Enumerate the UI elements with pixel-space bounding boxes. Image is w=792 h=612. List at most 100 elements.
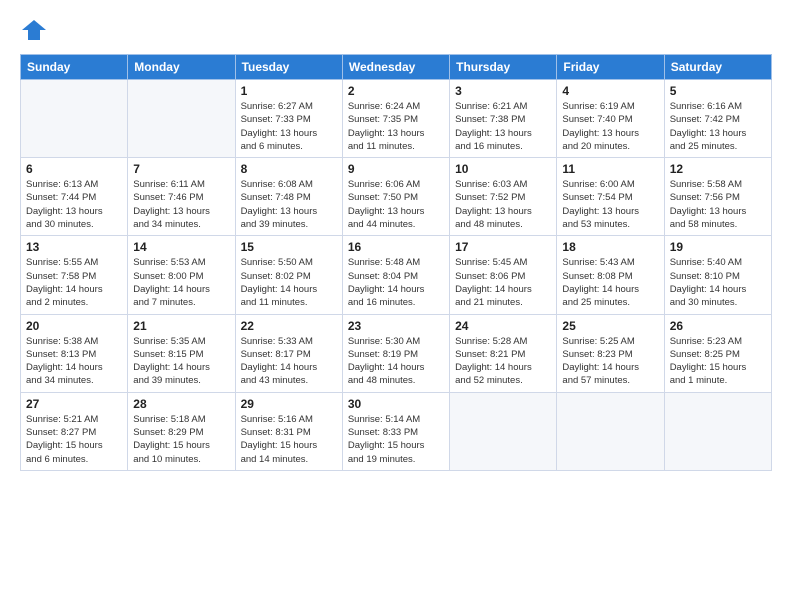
calendar-cell (664, 392, 771, 470)
calendar-cell: 19 Sunrise: 5:40 AMSunset: 8:10 PMDayligh… (664, 236, 771, 314)
day-number: 12 (670, 162, 766, 176)
day-number: 14 (133, 240, 229, 254)
day-number: 1 (241, 84, 337, 98)
day-info: Sunrise: 5:55 AMSunset: 7:58 PMDaylight:… (26, 256, 122, 309)
page: SundayMondayTuesdayWednesdayThursdayFrid… (0, 0, 792, 612)
day-info: Sunrise: 6:16 AMSunset: 7:42 PMDaylight:… (670, 100, 766, 153)
day-number: 26 (670, 319, 766, 333)
day-info: Sunrise: 5:50 AMSunset: 8:02 PMDaylight:… (241, 256, 337, 309)
weekday-header-monday: Monday (128, 55, 235, 80)
day-number: 20 (26, 319, 122, 333)
calendar-cell: 30 Sunrise: 5:14 AMSunset: 8:33 PMDayligh… (342, 392, 449, 470)
calendar: SundayMondayTuesdayWednesdayThursdayFrid… (20, 54, 772, 471)
calendar-cell: 5 Sunrise: 6:16 AMSunset: 7:42 PMDaylight… (664, 80, 771, 158)
day-info: Sunrise: 6:08 AMSunset: 7:48 PMDaylight:… (241, 178, 337, 231)
calendar-cell: 18 Sunrise: 5:43 AMSunset: 8:08 PMDayligh… (557, 236, 664, 314)
day-number: 24 (455, 319, 551, 333)
calendar-cell: 29 Sunrise: 5:16 AMSunset: 8:31 PMDayligh… (235, 392, 342, 470)
calendar-cell: 14 Sunrise: 5:53 AMSunset: 8:00 PMDayligh… (128, 236, 235, 314)
calendar-cell: 20 Sunrise: 5:38 AMSunset: 8:13 PMDayligh… (21, 314, 128, 392)
day-info: Sunrise: 5:25 AMSunset: 8:23 PMDaylight:… (562, 335, 658, 388)
calendar-cell (21, 80, 128, 158)
calendar-cell: 21 Sunrise: 5:35 AMSunset: 8:15 PMDayligh… (128, 314, 235, 392)
day-number: 4 (562, 84, 658, 98)
day-info: Sunrise: 5:14 AMSunset: 8:33 PMDaylight:… (348, 413, 444, 466)
day-number: 3 (455, 84, 551, 98)
week-row-3: 20 Sunrise: 5:38 AMSunset: 8:13 PMDayligh… (21, 314, 772, 392)
weekday-header-sunday: Sunday (21, 55, 128, 80)
day-info: Sunrise: 6:21 AMSunset: 7:38 PMDaylight:… (455, 100, 551, 153)
calendar-cell: 15 Sunrise: 5:50 AMSunset: 8:02 PMDayligh… (235, 236, 342, 314)
day-number: 18 (562, 240, 658, 254)
calendar-cell: 1Sunrise: 6:27 AMSunset: 7:33 PMDaylight… (235, 80, 342, 158)
weekday-header-thursday: Thursday (450, 55, 557, 80)
day-info: Sunrise: 6:00 AMSunset: 7:54 PMDaylight:… (562, 178, 658, 231)
day-info: Sunrise: 6:13 AMSunset: 7:44 PMDaylight:… (26, 178, 122, 231)
day-number: 28 (133, 397, 229, 411)
calendar-cell: 6 Sunrise: 6:13 AMSunset: 7:44 PMDaylight… (21, 158, 128, 236)
calendar-cell: 28 Sunrise: 5:18 AMSunset: 8:29 PMDayligh… (128, 392, 235, 470)
day-number: 5 (670, 84, 766, 98)
week-row-1: 6 Sunrise: 6:13 AMSunset: 7:44 PMDaylight… (21, 158, 772, 236)
day-info: Sunrise: 5:58 AMSunset: 7:56 PMDaylight:… (670, 178, 766, 231)
calendar-cell (450, 392, 557, 470)
day-info: Sunrise: 6:24 AMSunset: 7:35 PMDaylight:… (348, 100, 444, 153)
calendar-cell (128, 80, 235, 158)
calendar-cell: 16Sunrise: 5:48 AMSunset: 8:04 PMDayligh… (342, 236, 449, 314)
day-info: Sunrise: 5:48 AMSunset: 8:04 PMDaylight:… (348, 256, 444, 309)
calendar-cell: 7Sunrise: 6:11 AMSunset: 7:46 PMDaylight… (128, 158, 235, 236)
calendar-cell: 10Sunrise: 6:03 AMSunset: 7:52 PMDayligh… (450, 158, 557, 236)
day-number: 13 (26, 240, 122, 254)
calendar-cell: 8 Sunrise: 6:08 AMSunset: 7:48 PMDaylight… (235, 158, 342, 236)
calendar-cell: 13 Sunrise: 5:55 AMSunset: 7:58 PMDayligh… (21, 236, 128, 314)
day-info: Sunrise: 5:23 AMSunset: 8:25 PMDaylight:… (670, 335, 766, 388)
week-row-4: 27Sunrise: 5:21 AMSunset: 8:27 PMDayligh… (21, 392, 772, 470)
calendar-cell: 4 Sunrise: 6:19 AMSunset: 7:40 PMDaylight… (557, 80, 664, 158)
calendar-cell: 22 Sunrise: 5:33 AMSunset: 8:17 PMDayligh… (235, 314, 342, 392)
calendar-cell: 11Sunrise: 6:00 AMSunset: 7:54 PMDayligh… (557, 158, 664, 236)
day-number: 23 (348, 319, 444, 333)
day-number: 7 (133, 162, 229, 176)
day-number: 25 (562, 319, 658, 333)
logo-icon (20, 16, 48, 44)
day-number: 10 (455, 162, 551, 176)
day-number: 6 (26, 162, 122, 176)
calendar-cell: 27Sunrise: 5:21 AMSunset: 8:27 PMDayligh… (21, 392, 128, 470)
day-number: 17 (455, 240, 551, 254)
day-number: 15 (241, 240, 337, 254)
day-info: Sunrise: 5:18 AMSunset: 8:29 PMDaylight:… (133, 413, 229, 466)
day-info: Sunrise: 5:53 AMSunset: 8:00 PMDaylight:… (133, 256, 229, 309)
day-info: Sunrise: 6:06 AMSunset: 7:50 PMDaylight:… (348, 178, 444, 231)
calendar-cell (557, 392, 664, 470)
weekday-header-tuesday: Tuesday (235, 55, 342, 80)
week-row-2: 13 Sunrise: 5:55 AMSunset: 7:58 PMDayligh… (21, 236, 772, 314)
calendar-cell: 26 Sunrise: 5:23 AMSunset: 8:25 PMDayligh… (664, 314, 771, 392)
day-number: 21 (133, 319, 229, 333)
day-info: Sunrise: 5:28 AMSunset: 8:21 PMDaylight:… (455, 335, 551, 388)
day-info: Sunrise: 5:21 AMSunset: 8:27 PMDaylight:… (26, 413, 122, 466)
weekday-header-saturday: Saturday (664, 55, 771, 80)
calendar-cell: 24 Sunrise: 5:28 AMSunset: 8:21 PMDayligh… (450, 314, 557, 392)
day-info: Sunrise: 5:16 AMSunset: 8:31 PMDaylight:… (241, 413, 337, 466)
day-info: Sunrise: 5:43 AMSunset: 8:08 PMDaylight:… (562, 256, 658, 309)
day-info: Sunrise: 5:30 AMSunset: 8:19 PMDaylight:… (348, 335, 444, 388)
day-number: 22 (241, 319, 337, 333)
day-number: 2 (348, 84, 444, 98)
day-number: 30 (348, 397, 444, 411)
day-number: 19 (670, 240, 766, 254)
day-info: Sunrise: 5:35 AMSunset: 8:15 PMDaylight:… (133, 335, 229, 388)
header (20, 16, 772, 44)
day-info: Sunrise: 5:40 AMSunset: 8:10 PMDaylight:… (670, 256, 766, 309)
week-row-0: 1Sunrise: 6:27 AMSunset: 7:33 PMDaylight… (21, 80, 772, 158)
calendar-cell: 23 Sunrise: 5:30 AMSunset: 8:19 PMDayligh… (342, 314, 449, 392)
logo (20, 16, 52, 44)
day-info: Sunrise: 5:33 AMSunset: 8:17 PMDaylight:… (241, 335, 337, 388)
weekday-header-wednesday: Wednesday (342, 55, 449, 80)
day-info: Sunrise: 5:45 AMSunset: 8:06 PMDaylight:… (455, 256, 551, 309)
day-number: 29 (241, 397, 337, 411)
day-info: Sunrise: 6:19 AMSunset: 7:40 PMDaylight:… (562, 100, 658, 153)
calendar-cell: 9Sunrise: 6:06 AMSunset: 7:50 PMDaylight… (342, 158, 449, 236)
day-number: 8 (241, 162, 337, 176)
day-info: Sunrise: 5:38 AMSunset: 8:13 PMDaylight:… (26, 335, 122, 388)
calendar-cell: 12 Sunrise: 5:58 AMSunset: 7:56 PMDayligh… (664, 158, 771, 236)
